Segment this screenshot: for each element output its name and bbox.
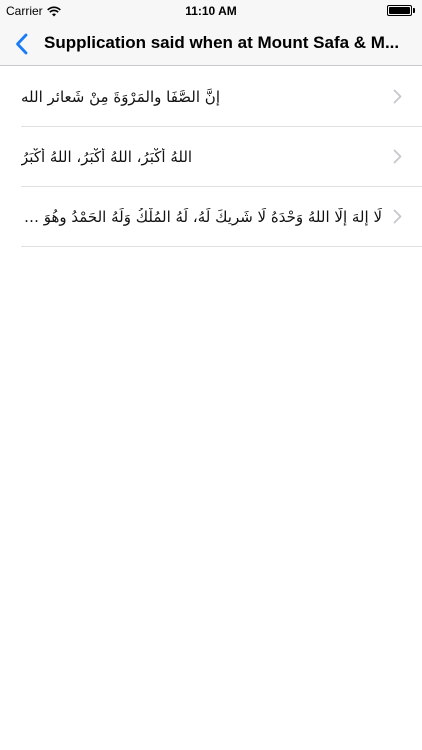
status-bar: Carrier 11:10 AM: [0, 0, 422, 22]
chevron-left-icon: [15, 33, 27, 55]
list-item-text: إِنَّ الصَّفَا والمَرْوَةَ مِنْ شَعائرِ …: [21, 87, 220, 106]
list-item-text: لَا إلهَ إلَّا اللهُ وَحْدَهُ لَا شَرِيك…: [21, 207, 382, 226]
navigation-bar: Supplication said when at Mount Safa & M…: [0, 22, 422, 66]
list-item[interactable]: اللهُ أَكْبَرُ، اللهُ أَكْبَرُ، اللهُ أَ…: [0, 127, 422, 187]
chevron-right-icon: [393, 209, 402, 224]
screen: Carrier 11:10 AM Supplication said when …: [0, 0, 422, 750]
page-title: Supplication said when at Mount Safa & M…: [44, 33, 400, 52]
list-item[interactable]: لَا إلهَ إلَّا اللهُ وَحْدَهُ لَا شَرِيك…: [0, 187, 422, 247]
list-item[interactable]: إِنَّ الصَّفَا والمَرْوَةَ مِنْ شَعائرِ …: [0, 67, 422, 127]
battery-tip: [413, 8, 415, 13]
supplication-list: إِنَّ الصَّفَا والمَرْوَةَ مِنْ شَعائرِ …: [0, 67, 422, 247]
battery-icon: [387, 5, 412, 16]
chevron-right-icon: [393, 149, 402, 164]
list-item-text: اللهُ أَكْبَرُ، اللهُ أَكْبَرُ، اللهُ أَ…: [21, 147, 193, 166]
status-time: 11:10 AM: [185, 4, 237, 18]
battery-level: [389, 7, 410, 14]
back-button[interactable]: [6, 30, 36, 58]
chevron-right-icon: [393, 89, 402, 104]
